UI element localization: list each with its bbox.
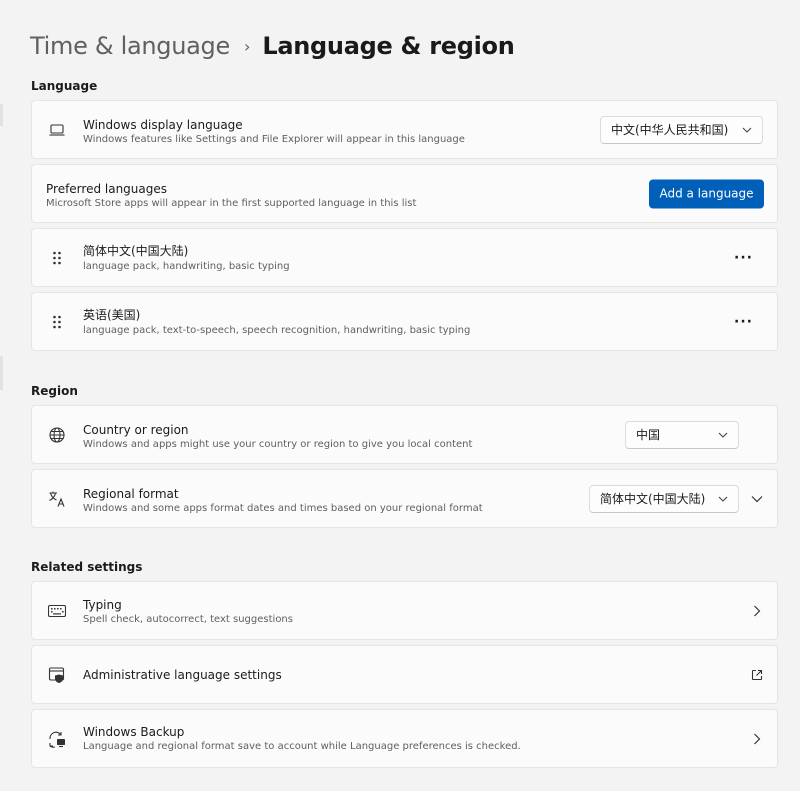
country-region-description: Windows and apps might use your country … [83, 439, 473, 450]
breadcrumb-separator-icon: › [243, 36, 251, 56]
language-item-en-us[interactable]: 英语(美国) language pack, text-to-speech, sp… [31, 292, 778, 351]
more-options-icon[interactable]: ··· [734, 250, 753, 266]
nav-pane-edge [0, 356, 3, 390]
expand-chevron-icon[interactable] [751, 495, 763, 503]
regional-format-dropdown[interactable]: 简体中文(中国大陆) [589, 484, 739, 513]
drag-handle-icon[interactable] [47, 312, 67, 332]
backup-icon [47, 729, 67, 749]
keyboard-icon [47, 601, 67, 621]
country-region-value: 中国 [636, 428, 661, 442]
chevron-down-icon [742, 127, 752, 133]
country-region-dropdown[interactable]: 中国 [625, 420, 739, 449]
typing-title: Typing [83, 598, 122, 612]
typing-description: Spell check, autocorrect, text suggestio… [83, 614, 293, 625]
regional-format-icon [47, 489, 67, 509]
regional-format-card[interactable]: Regional format Windows and some apps fo… [31, 469, 778, 528]
country-region-title: Country or region [83, 423, 189, 437]
language-item-zh-cn[interactable]: 简体中文(中国大陆) language pack, handwriting, b… [31, 228, 778, 287]
chevron-right-icon [754, 605, 761, 616]
administrative-language-settings-card[interactable]: Administrative language settings [31, 645, 778, 704]
section-title-related-settings: Related settings [31, 560, 143, 574]
drag-handle-icon[interactable] [47, 248, 67, 268]
section-title-language: Language [31, 79, 98, 93]
chevron-down-icon [718, 496, 728, 502]
windows-backup-description: Language and regional format save to acc… [83, 741, 521, 752]
laptop-icon [47, 120, 67, 140]
language-name: 英语(美国) [83, 308, 141, 322]
language-name: 简体中文(中国大陆) [83, 244, 189, 258]
page-title: Language & region [262, 32, 515, 60]
breadcrumb-parent-link[interactable]: Time & language [30, 32, 230, 60]
nav-pane-edge [0, 104, 3, 126]
chevron-down-icon [718, 432, 728, 438]
administrative-language-settings-title: Administrative language settings [83, 668, 282, 682]
chevron-right-icon [754, 733, 761, 744]
preferred-languages-title: Preferred languages [46, 182, 168, 196]
globe-icon [47, 425, 67, 445]
regional-format-title: Regional format [83, 487, 179, 501]
language-features: language pack, text-to-speech, speech re… [83, 325, 471, 336]
regional-format-value: 简体中文(中国大陆) [600, 492, 706, 506]
preferred-languages-card: Preferred languages Microsoft Store apps… [31, 164, 778, 223]
display-language-value: 中文(中华人民共和国) [611, 123, 729, 137]
windows-display-language-description: Windows features like Settings and File … [83, 134, 465, 145]
country-region-card: Country or region Windows and apps might… [31, 405, 778, 464]
windows-display-language-card: Windows display language Windows feature… [31, 100, 778, 159]
more-options-icon[interactable]: ··· [734, 314, 753, 330]
windows-backup-card[interactable]: Windows Backup Language and regional for… [31, 709, 778, 768]
typing-card[interactable]: Typing Spell check, autocorrect, text su… [31, 581, 778, 640]
add-language-button[interactable]: Add a language [649, 179, 764, 208]
settings-page: Time & language › Language & region Lang… [0, 0, 800, 791]
preferred-languages-description: Microsoft Store apps will appear in the … [46, 198, 417, 209]
windows-backup-title: Windows Backup [83, 725, 185, 739]
breadcrumb: Time & language › Language & region [30, 28, 515, 64]
admin-shield-icon [47, 665, 67, 685]
language-features: language pack, handwriting, basic typing [83, 261, 290, 272]
regional-format-description: Windows and some apps format dates and t… [83, 503, 483, 514]
display-language-dropdown[interactable]: 中文(中华人民共和国) [600, 115, 763, 144]
section-title-region: Region [31, 384, 78, 398]
windows-display-language-title: Windows display language [83, 118, 243, 132]
open-external-icon [751, 669, 763, 680]
